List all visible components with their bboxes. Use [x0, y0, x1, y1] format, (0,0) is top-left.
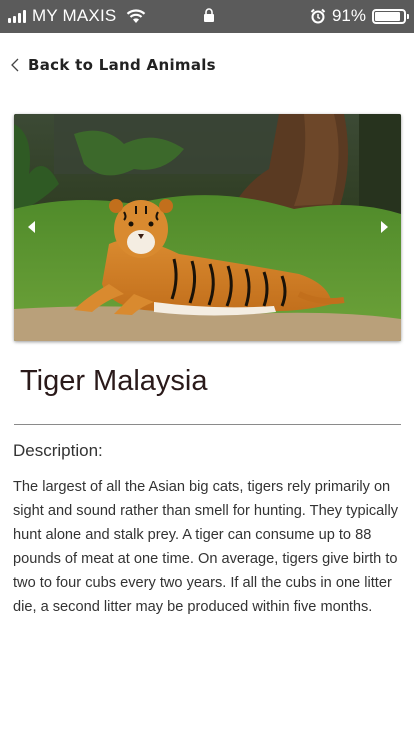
alarm-icon [310, 8, 326, 24]
page-title: Tiger Malaysia [20, 365, 208, 397]
back-label: Back to Land Animals [28, 56, 216, 74]
carousel-prev-button[interactable] [26, 217, 38, 237]
tiger-photo [14, 114, 401, 341]
battery-fill [375, 11, 401, 21]
battery-icon [372, 8, 409, 24]
title-divider [14, 424, 401, 425]
chevron-right-icon [381, 221, 388, 233]
description-text: The largest of all the Asian big cats, t… [13, 479, 399, 615]
chevron-left-icon [28, 221, 35, 233]
description-label: Description: [13, 441, 103, 460]
chevron-left-icon [11, 58, 19, 72]
status-bar: MY MAXIS 91% [0, 0, 414, 33]
wifi-icon [127, 9, 146, 23]
battery-percent: 91% [331, 6, 366, 25]
signal-icon [8, 9, 26, 23]
lock-icon [204, 8, 214, 22]
status-left: MY MAXIS [8, 5, 146, 27]
image-carousel[interactable] [14, 114, 401, 341]
carousel-next-button[interactable] [378, 217, 390, 237]
back-button[interactable]: Back to Land Animals [10, 55, 216, 75]
status-right: 91% [310, 5, 409, 27]
carrier-name: MY MAXIS [32, 6, 117, 25]
